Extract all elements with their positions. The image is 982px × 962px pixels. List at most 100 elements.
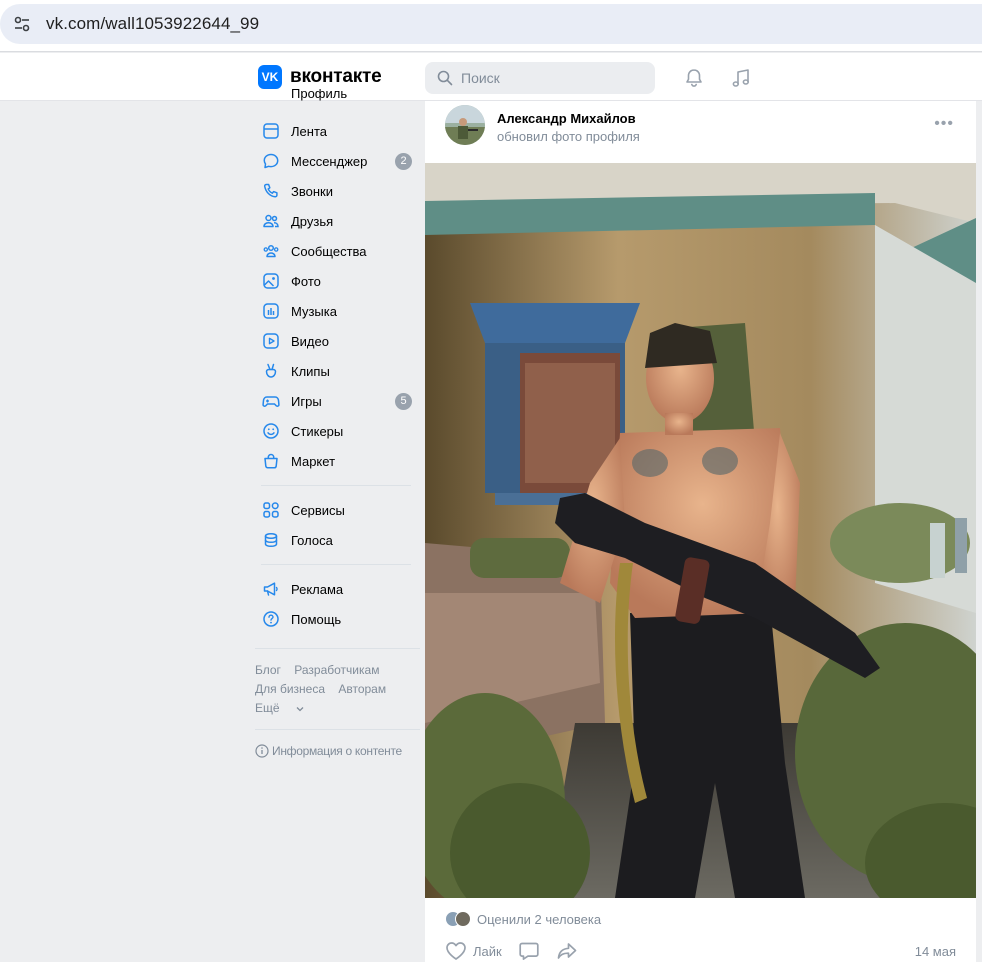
sidebar-item-label: Видео — [291, 333, 329, 349]
site-header: VK вконтакте — [0, 53, 982, 101]
vk-logo-mark: VK — [258, 65, 282, 89]
bag-icon — [261, 451, 281, 471]
sidebar-item-calls[interactable]: Звонки — [255, 177, 420, 205]
grid-icon — [261, 500, 281, 520]
sidebar-item-photos[interactable]: Фото — [255, 267, 420, 295]
nav-divider — [255, 729, 420, 730]
music-icon — [261, 301, 281, 321]
sidebar-item-messenger[interactable]: Мессенджер 2 — [255, 147, 420, 175]
search-input[interactable] — [461, 70, 641, 86]
nav-divider — [261, 564, 411, 565]
sidebar-item-clips[interactable]: Клипы — [255, 357, 420, 385]
sidebar-item-feed[interactable]: Лента — [255, 117, 420, 145]
sidebar-item-label: Реклама — [291, 581, 344, 597]
sidebar-item-communities[interactable]: Сообщества — [255, 237, 420, 265]
megaphone-icon — [261, 579, 281, 599]
sidebar-item-profile[interactable]: Профиль — [255, 89, 420, 105]
sidebar-item-market[interactable]: Маркет — [255, 447, 420, 475]
comment-button[interactable] — [518, 941, 540, 961]
nav-divider — [255, 648, 420, 649]
sidebar-item-label: Голоса — [291, 532, 333, 548]
content-info-label: Информация о контенте — [272, 744, 402, 758]
sidebar-item-label: Сервисы — [291, 502, 345, 518]
share-button[interactable] — [556, 941, 578, 961]
sidebar-item-label: Лента — [291, 123, 327, 139]
sidebar-item-votes[interactable]: Голоса — [255, 526, 420, 554]
vk-logo[interactable]: VK вконтакте — [258, 65, 382, 89]
video-icon — [261, 331, 281, 351]
message-bubble-icon — [261, 151, 281, 171]
sidebar-item-label: Маркет — [291, 453, 336, 469]
sidebar-item-label: Помощь — [291, 611, 342, 627]
post-action-text: обновил фото профиля — [497, 129, 640, 144]
developers-link[interactable]: Разработчикам — [294, 663, 379, 677]
music-note-icon[interactable] — [729, 66, 753, 90]
phone-icon — [261, 181, 281, 201]
post-date[interactable]: 14 мая — [915, 944, 956, 959]
post-photo[interactable] — [425, 163, 976, 898]
chevron-down-icon — [296, 706, 304, 712]
info-icon — [255, 744, 269, 758]
help-icon — [261, 609, 281, 629]
bell-icon[interactable] — [682, 66, 706, 90]
like-button[interactable]: Лайк — [445, 941, 502, 961]
communities-icon — [261, 241, 281, 261]
coins-icon — [261, 530, 281, 550]
wall-post: Александр Михайлов обновил фото профиля … — [425, 101, 976, 962]
business-link[interactable]: Для бизнеса — [255, 682, 325, 696]
heart-icon — [446, 942, 466, 960]
sidebar-item-stickers[interactable]: Стикеры — [255, 417, 420, 445]
blog-link[interactable]: Блог — [255, 663, 281, 677]
footer-links-row-1: Блог Разработчикам — [255, 663, 389, 677]
sidebar-item-friends[interactable]: Друзья — [255, 207, 420, 235]
games-badge: 5 — [395, 392, 412, 410]
post-author-name[interactable]: Александр Михайлов — [497, 111, 636, 126]
share-icon — [557, 943, 577, 959]
sidebar-item-help[interactable]: Помощь — [255, 605, 420, 633]
photo-icon — [261, 271, 281, 291]
nav-divider — [261, 485, 411, 486]
url-field[interactable]: vk.com/wall1053922644_99 — [0, 4, 982, 44]
search-icon — [437, 70, 453, 86]
sidebar-item-ads[interactable]: Реклама — [255, 575, 420, 603]
tune-icon[interactable] — [8, 10, 36, 38]
more-link-label: Ещё — [255, 701, 280, 715]
feed-icon — [261, 121, 281, 141]
content-info-link[interactable]: Информация о контенте — [255, 744, 402, 758]
likes-text: Оценили 2 человека — [477, 911, 602, 927]
sidebar-item-label: Мессенджер — [291, 153, 368, 169]
unread-badge: 2 — [395, 152, 412, 170]
like-label: Лайк — [473, 943, 502, 959]
sidebar-item-video[interactable]: Видео — [255, 327, 420, 355]
sidebar-item-games[interactable]: Игры 5 — [255, 387, 420, 415]
search-box[interactable] — [425, 62, 655, 94]
url-text[interactable]: vk.com/wall1053922644_99 — [46, 14, 259, 34]
comment-icon — [519, 942, 539, 960]
footer-links-row-3: Ещё — [255, 701, 314, 715]
sidebar-item-label: Профиль — [291, 89, 348, 101]
more-options-icon[interactable]: ••• — [934, 115, 954, 133]
sidebar-item-label: Клипы — [291, 363, 330, 379]
likes-summary[interactable]: Оценили 2 человека — [445, 911, 601, 927]
sidebar-item-label: Звонки — [291, 183, 333, 199]
vk-logo-text: вконтакте — [290, 66, 382, 87]
post-actions: Лайк 14 мая — [445, 939, 956, 962]
sidebar-item-label: Музыка — [291, 303, 337, 319]
sidebar-item-label: Игры — [291, 393, 322, 409]
sidebar-item-label: Фото — [291, 273, 321, 289]
footer-links-row-2: Для бизнеса Авторам — [255, 682, 396, 696]
sidebar-item-music[interactable]: Музыка — [255, 297, 420, 325]
friends-icon — [261, 211, 281, 231]
liker-avatar — [455, 911, 471, 927]
gamepad-icon — [261, 391, 281, 411]
sidebar-item-services[interactable]: Сервисы — [255, 496, 420, 524]
more-link[interactable]: Ещё — [255, 701, 304, 715]
sidebar-item-label: Друзья — [291, 213, 334, 229]
smile-icon — [261, 421, 281, 441]
author-avatar[interactable] — [445, 105, 485, 145]
browser-address-bar: vk.com/wall1053922644_99 — [0, 0, 982, 52]
sidebar-item-label: Стикеры — [291, 423, 344, 439]
clips-icon — [261, 361, 281, 381]
sidebar-item-label: Сообщества — [291, 243, 367, 259]
authors-link[interactable]: Авторам — [338, 682, 386, 696]
